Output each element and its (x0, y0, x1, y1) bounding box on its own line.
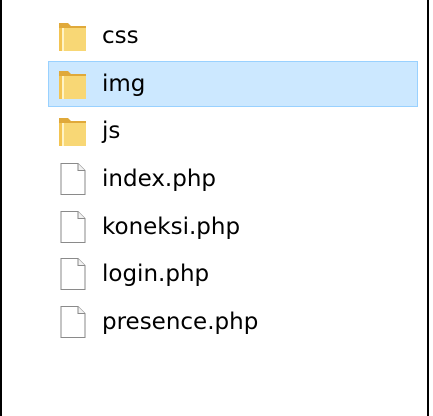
folder-icon (59, 118, 86, 146)
document-icon (60, 306, 86, 338)
item-name: index.php (102, 166, 217, 192)
list-item-login-php[interactable]: login.php (44, 251, 419, 297)
document-icon (60, 258, 86, 290)
list-item-img[interactable]: img (48, 61, 418, 107)
list-item-index-php[interactable]: index.php (44, 156, 419, 202)
item-name: css (102, 23, 139, 49)
folder-icon (59, 23, 86, 51)
item-name: login.php (102, 261, 210, 287)
explorer-pane: css img js index.php koneksi.php login.p… (0, 0, 429, 416)
item-name: koneksi.php (102, 214, 241, 240)
list-item-js[interactable]: js (44, 108, 419, 154)
list-item-koneksi-php[interactable]: koneksi.php (44, 204, 419, 250)
item-name: img (102, 71, 146, 97)
document-icon (60, 163, 86, 195)
list-item-css[interactable]: css (44, 13, 419, 59)
list-item-presence-php[interactable]: presence.php (44, 299, 419, 345)
item-name: presence.php (102, 309, 259, 335)
document-icon (60, 211, 86, 243)
item-name: js (102, 118, 121, 144)
folder-icon (59, 71, 86, 99)
